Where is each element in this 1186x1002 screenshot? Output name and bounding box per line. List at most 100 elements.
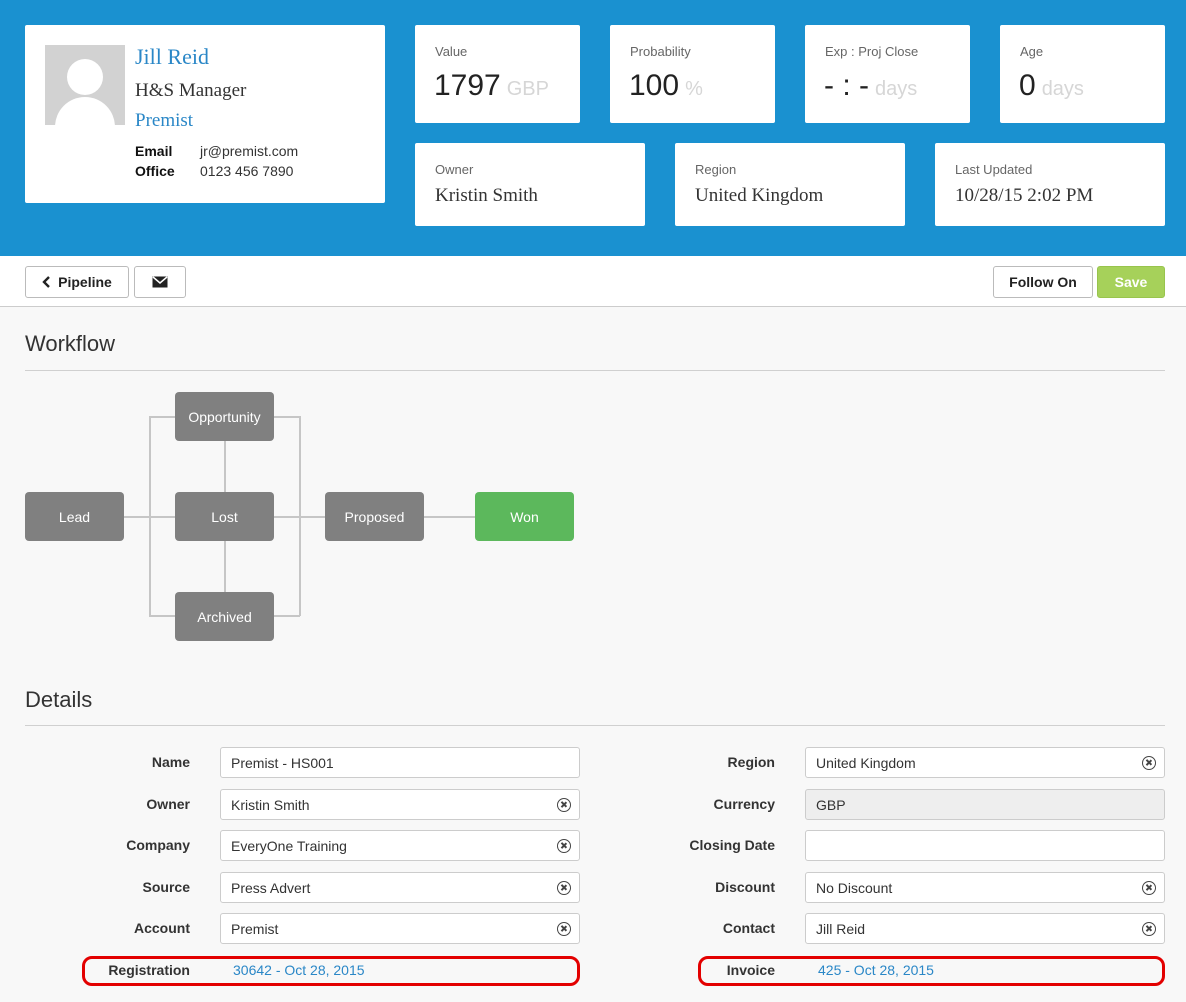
name-label: Name (151, 754, 190, 770)
source-label: Source (142, 879, 190, 895)
owner-value: Kristin Smith (231, 796, 310, 813)
stat-last-updated: Last Updated 10/28/15 2:02 PM (935, 143, 1165, 226)
stat-text: 10/28/15 2:02 PM (955, 185, 1094, 206)
stat-unit: GBP (506, 78, 549, 100)
workflow-divider (25, 370, 1165, 371)
stat-label: Probability (630, 44, 691, 59)
action-toolbar: Pipeline Follow On Save (0, 256, 1186, 307)
workflow-node-lead[interactable]: Lead (25, 492, 124, 541)
stat-number: 0 (1019, 69, 1036, 102)
contact-label: Contact (722, 920, 775, 936)
contact-card: Jill Reid H&S Manager Premist Email jr@pr… (25, 25, 385, 203)
stat-value: Value 1797 GBP (415, 25, 580, 123)
pipeline-back-button[interactable]: Pipeline (25, 266, 129, 298)
connector (274, 615, 300, 617)
workflow-node-lost[interactable]: Lost (175, 492, 274, 541)
contact-value: Jill Reid (816, 920, 866, 937)
region-value: United Kingdom (816, 754, 916, 771)
record-header: Jill Reid H&S Manager Premist Email jr@pr… (0, 0, 1186, 256)
clear-icon[interactable] (1142, 922, 1156, 936)
follow-on-button[interactable]: Follow On (993, 266, 1093, 298)
clear-icon[interactable] (557, 922, 571, 936)
company-value: EveryOne Training (231, 837, 347, 854)
avatar (45, 45, 125, 125)
owner-label: Owner (146, 796, 190, 812)
closing-date-label: Closing Date (689, 837, 775, 853)
contact-field[interactable]: Jill Reid (805, 913, 1165, 944)
clear-icon[interactable] (1142, 756, 1156, 770)
source-field[interactable]: Press Advert (220, 872, 580, 903)
currency-value: GBP (816, 796, 846, 813)
discount-label: Discount (715, 879, 775, 895)
registration-label: Registration (108, 962, 190, 978)
email-button[interactable] (134, 266, 186, 298)
connector (424, 516, 476, 518)
chevron-left-icon (42, 276, 51, 288)
stat-number: 1797 (434, 69, 501, 102)
region-label: Region (727, 754, 775, 770)
stat-label: Value (435, 44, 468, 59)
stat-label: Last Updated (955, 162, 1033, 177)
stat-text: Kristin Smith (435, 185, 538, 206)
stat-label: Exp : Proj Close (825, 44, 919, 59)
envelope-icon (152, 276, 168, 288)
clear-icon[interactable] (557, 881, 571, 895)
stat-age: Age 0 days (1000, 25, 1165, 123)
email-value[interactable]: jr@premist.com (200, 143, 298, 159)
contact-name[interactable]: Jill Reid (135, 44, 209, 70)
details-divider (25, 725, 1165, 726)
office-value[interactable]: 0123 456 7890 (200, 163, 293, 179)
discount-field[interactable]: No Discount (805, 872, 1165, 903)
connector (149, 416, 151, 616)
workflow-node-opportunity[interactable]: Opportunity (175, 392, 274, 441)
contact-job-title: H&S Manager (135, 80, 247, 101)
stat-number: - : - (824, 69, 869, 102)
contact-company[interactable]: Premist (135, 110, 193, 132)
contact-office-row: Office 0123 456 7890 (135, 163, 293, 179)
stat-exp-close: Exp : Proj Close - : - days (805, 25, 970, 123)
account-label: Account (134, 920, 190, 936)
connector (149, 615, 176, 617)
office-label: Office (135, 163, 175, 179)
invoice-link[interactable]: 425 - Oct 28, 2015 (818, 962, 934, 978)
workflow-node-archived[interactable]: Archived (175, 592, 274, 641)
contact-email-row: Email jr@premist.com (135, 143, 298, 159)
account-field[interactable]: Premist (220, 913, 580, 944)
workflow-node-proposed[interactable]: Proposed (325, 492, 424, 541)
stat-text: United Kingdom (695, 185, 824, 206)
currency-field: GBP (805, 789, 1165, 820)
pipeline-label: Pipeline (58, 274, 112, 290)
owner-field[interactable]: Kristin Smith (220, 789, 580, 820)
stat-unit: days (875, 78, 918, 100)
stat-unit: days (1041, 78, 1084, 100)
company-field[interactable]: EveryOne Training (220, 830, 580, 861)
connector (274, 516, 326, 518)
source-value: Press Advert (231, 879, 311, 896)
clear-icon[interactable] (1142, 881, 1156, 895)
connector (224, 441, 226, 493)
invoice-label: Invoice (726, 962, 775, 978)
connector (149, 416, 176, 418)
stat-region: Region United Kingdom (675, 143, 905, 226)
registration-link[interactable]: 30642 - Oct 28, 2015 (233, 962, 365, 978)
connector (274, 416, 300, 418)
closing-date-field[interactable] (805, 830, 1165, 861)
region-field[interactable]: United Kingdom (805, 747, 1165, 778)
clear-icon[interactable] (557, 798, 571, 812)
name-field[interactable]: Premist - HS001 (220, 747, 580, 778)
currency-label: Currency (713, 796, 775, 812)
workflow-node-won[interactable]: Won (475, 492, 574, 541)
stat-owner: Owner Kristin Smith (415, 143, 645, 226)
company-label: Company (126, 837, 190, 853)
stat-probability: Probability 100% (610, 25, 775, 123)
email-label: Email (135, 143, 173, 159)
stat-label: Owner (435, 162, 474, 177)
save-button[interactable]: Save (1097, 266, 1165, 298)
name-value: Premist - HS001 (231, 754, 334, 771)
discount-value: No Discount (816, 879, 893, 896)
workflow-heading: Workflow (25, 331, 116, 356)
clear-icon[interactable] (557, 839, 571, 853)
account-value: Premist (231, 920, 279, 937)
stat-label: Region (695, 162, 737, 177)
details-heading: Details (25, 687, 93, 712)
